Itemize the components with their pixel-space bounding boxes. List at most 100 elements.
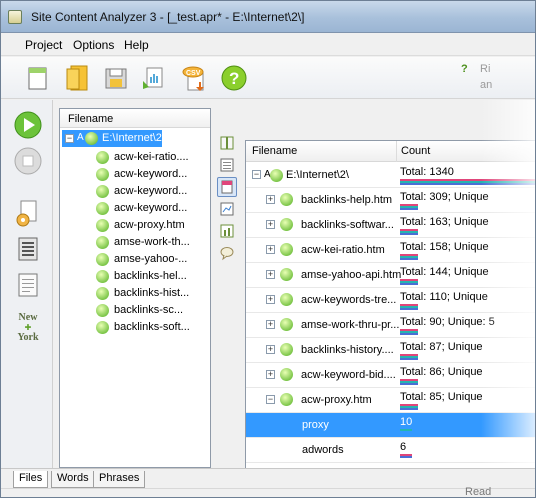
grid-file-row[interactable]: + backlinks-history.... Total: 87; Unique — [246, 338, 535, 363]
grid-file-row[interactable]: + acw-kei-ratio.htm Total: 158; Unique — [246, 238, 535, 263]
csv-export-button[interactable]: CSV — [179, 63, 209, 93]
settings-button[interactable] — [11, 196, 45, 230]
menu-options[interactable]: Options — [73, 38, 114, 52]
page-globe-icon — [96, 287, 109, 300]
page-globe-icon — [96, 321, 109, 334]
count-bars — [400, 429, 535, 435]
count-bars — [400, 379, 535, 385]
file-list-item[interactable]: amse-work-th... — [94, 234, 209, 251]
report-button[interactable] — [11, 232, 45, 266]
collapse-icon[interactable]: − — [65, 134, 74, 143]
stop-button[interactable] — [11, 144, 45, 178]
file-list-item[interactable]: backlinks-hel... — [94, 268, 209, 285]
chart-icon — [220, 202, 234, 216]
count-bar — [400, 183, 535, 185]
view-bar-chart-button[interactable] — [217, 221, 237, 241]
file-list-item[interactable]: acw-kei-ratio.... — [94, 149, 209, 166]
expand-icon[interactable]: + — [266, 345, 275, 354]
expand-icon[interactable]: + — [266, 320, 275, 329]
count-bar — [400, 358, 418, 360]
grid-col-filename[interactable]: Filename — [252, 145, 297, 157]
grid-file-row[interactable]: + amse-yahoo-api.htm Total: 144; Unique — [246, 263, 535, 288]
page-globe-icon — [96, 219, 109, 232]
tab-files[interactable]: Files — [13, 471, 49, 488]
window-title: Site Content Analyzer 3 - [_test.apr* - … — [31, 10, 305, 24]
file-list-item[interactable]: acw-keyword... — [94, 200, 209, 217]
expand-icon[interactable]: + — [266, 220, 275, 229]
collapse-icon[interactable]: − — [252, 170, 261, 179]
file-list-item[interactable]: amse-yahoo-... — [94, 251, 209, 268]
grid-file-row[interactable]: − acw-proxy.htm Total: 85; Unique — [246, 388, 535, 413]
file-tree-root[interactable]: − A E:\Internet\2\ — [62, 130, 162, 147]
grid-row-name: adwords — [302, 444, 344, 456]
file-list-item[interactable]: acw-keyword... — [94, 166, 209, 183]
view-comment-button[interactable] — [217, 243, 237, 263]
grid-file-row[interactable]: + acw-keywords-tre... Total: 110; Unique — [246, 288, 535, 313]
new-york-button[interactable]: New ✚ York — [11, 308, 45, 346]
file-list-item[interactable]: acw-proxy.htm — [94, 217, 209, 234]
globe-icon — [85, 132, 98, 145]
file-list-item-label: backlinks-sc... — [114, 304, 184, 316]
grid-row-name: backlinks-help.htm — [301, 194, 393, 206]
new-project-button[interactable] — [23, 63, 53, 93]
status-text: Read — [465, 486, 492, 498]
page-globe-icon — [280, 393, 293, 406]
file-list-item-label: acw-proxy.htm — [114, 219, 185, 231]
expand-icon[interactable]: + — [266, 370, 275, 379]
grid-row-count: Total: 86; Unique — [400, 366, 483, 378]
title-bar[interactable]: Site Content Analyzer 3 - [_test.apr* - … — [1, 1, 535, 33]
file-list-item-label: acw-keyword... — [114, 202, 188, 214]
play-icon — [14, 111, 42, 139]
tab-words[interactable]: Words — [51, 471, 95, 488]
count-bars — [400, 254, 535, 260]
grid-row-name: backlinks-history.... — [301, 344, 394, 356]
expand-icon[interactable]: + — [266, 270, 275, 279]
file-list-item[interactable]: acw-keyword... — [94, 183, 209, 200]
grid-file-row[interactable]: − A E:\Internet\2\ Total: 1340 — [246, 163, 535, 188]
expand-icon[interactable]: + — [266, 245, 275, 254]
file-list-item-label: acw-keyword... — [114, 185, 188, 197]
grid-row-name: amse-work-thru-pr... — [301, 319, 400, 331]
expand-icon[interactable]: + — [266, 195, 275, 204]
view-list-button[interactable] — [217, 155, 237, 175]
filename-column-label: Filename — [68, 113, 114, 125]
grid-row-count: Total: 144; Unique — [400, 266, 489, 278]
menu-help[interactable]: Help — [124, 38, 149, 52]
column-divider[interactable] — [396, 141, 397, 162]
file-list-item[interactable]: backlinks-soft... — [94, 319, 209, 336]
grid-file-row[interactable]: + acw-keyword-bid.... Total: 86; Unique — [246, 363, 535, 388]
grid-file-row[interactable]: + backlinks-help.htm Total: 309; Unique — [246, 188, 535, 213]
start-button[interactable] — [11, 108, 45, 142]
notes-button[interactable] — [11, 268, 45, 302]
expand-icon[interactable]: + — [266, 295, 275, 304]
grid-file-row[interactable]: + amse-work-thru-pr... Total: 90; Unique: … — [246, 313, 535, 338]
count-bar — [400, 333, 418, 335]
tab-phrases[interactable]: Phrases — [93, 471, 146, 488]
word-count-grid: Filename Count − A E:\Internet\2\ Total: 13… — [245, 140, 535, 468]
file-tree-panel: Filename − A E:\Internet\2\ acw-kei-rati… — [59, 108, 211, 468]
page-globe-icon — [280, 318, 293, 331]
app-icon — [8, 10, 22, 24]
help-button[interactable]: ? — [219, 63, 249, 93]
collapse-icon[interactable]: − — [266, 395, 275, 404]
file-list-item[interactable]: backlinks-hist... — [94, 285, 209, 302]
file-tree-header[interactable]: Filename — [60, 109, 210, 128]
panel-tabs: Files Words Phrases — [1, 468, 535, 488]
view-book-button[interactable] — [217, 133, 237, 153]
save-button[interactable] — [101, 63, 131, 93]
open-project-button[interactable] — [63, 63, 93, 93]
view-chart-button[interactable] — [217, 199, 237, 219]
file-list-item-label: acw-keyword... — [114, 168, 188, 180]
menu-project[interactable]: Project — [25, 38, 62, 52]
export-button[interactable] — [139, 63, 169, 93]
grid-row-name: acw-proxy.htm — [301, 394, 372, 406]
view-words-button[interactable] — [217, 177, 237, 197]
grid-row-count: Total: 158; Unique — [400, 241, 489, 253]
page-globe-icon — [96, 151, 109, 164]
grid-file-row[interactable]: + backlinks-softwar... Total: 163; Unique — [246, 213, 535, 238]
grid-col-count[interactable]: Count — [401, 145, 430, 157]
grid-word-row[interactable]: adwords 6 — [246, 438, 535, 463]
grid-row-count: Total: 85; Unique — [400, 391, 483, 403]
file-list-item[interactable]: backlinks-sc... — [94, 302, 209, 319]
grid-word-row[interactable]: proxy 10 — [246, 413, 535, 438]
